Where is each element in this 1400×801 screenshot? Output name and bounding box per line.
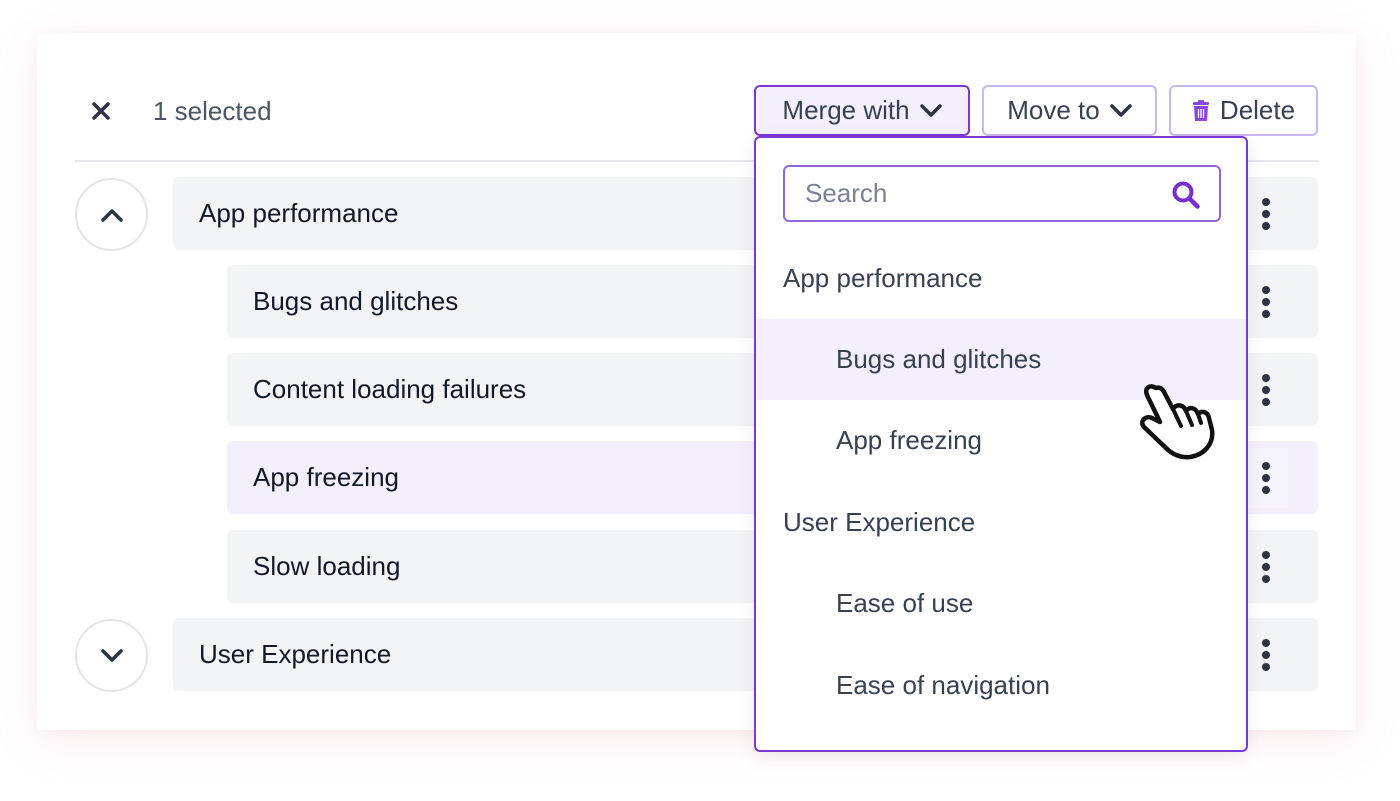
kebab-menu-icon[interactable]: [1244, 448, 1288, 508]
collapse-app-performance-button[interactable]: [75, 178, 148, 251]
merge-with-label: Merge with: [782, 95, 910, 125]
dropdown-item-app-performance[interactable]: App performance: [756, 238, 1246, 319]
trash-icon: [1192, 99, 1209, 121]
dropdown-item-ease-of-navigation[interactable]: Ease of navigation: [756, 645, 1246, 726]
move-to-button[interactable]: Move to: [982, 85, 1157, 136]
selected-count: 1 selected: [153, 96, 272, 126]
dropdown-item-label: Bugs and glitches: [836, 344, 1042, 374]
dropdown-item-app-freezing[interactable]: App freezing: [756, 400, 1246, 481]
chevron-down-icon: [100, 648, 123, 662]
tree-row-label: Content loading failures: [253, 374, 527, 404]
search-input[interactable]: [805, 178, 1145, 209]
kebab-menu-icon[interactable]: [1244, 184, 1288, 244]
chevron-down-icon: [1110, 103, 1132, 117]
search-field[interactable]: [783, 165, 1221, 222]
chevron-up-icon: [100, 208, 123, 222]
kebab-menu-icon[interactable]: [1244, 625, 1288, 685]
dropdown-item-label: User Experience: [783, 507, 976, 537]
move-to-label: Move to: [1007, 95, 1100, 125]
tree-row-label: App performance: [199, 198, 399, 228]
tree-row-label: App freezing: [253, 462, 399, 492]
delete-label: Delete: [1219, 95, 1296, 125]
kebab-menu-icon[interactable]: [1244, 360, 1288, 420]
delete-button[interactable]: Delete: [1169, 85, 1318, 136]
search-icon[interactable]: [1171, 180, 1201, 210]
expand-user-experience-button[interactable]: [75, 619, 148, 692]
dropdown-item-label: Ease of use: [836, 588, 974, 618]
dropdown-item-user-experience[interactable]: User Experience: [756, 482, 1246, 563]
kebab-menu-icon[interactable]: [1244, 537, 1288, 597]
merge-with-dropdown: App performance Bugs and glitches App fr…: [754, 136, 1248, 752]
dropdown-item-label: Ease of navigation: [836, 670, 1050, 700]
tree-row-label: Slow loading: [253, 551, 401, 581]
close-icon[interactable]: [88, 98, 114, 124]
dropdown-item-ease-of-use[interactable]: Ease of use: [756, 563, 1246, 644]
dropdown-item-label: App performance: [783, 263, 983, 293]
kebab-menu-icon[interactable]: [1244, 272, 1288, 332]
merge-with-button[interactable]: Merge with: [754, 85, 970, 136]
tree-row-label: User Experience: [199, 639, 392, 669]
dropdown-item-label: App freezing: [836, 425, 982, 455]
tree-row-label: Bugs and glitches: [253, 286, 459, 316]
chevron-down-icon: [919, 103, 942, 117]
dropdown-item-bugs-and-glitches[interactable]: Bugs and glitches: [756, 319, 1246, 400]
